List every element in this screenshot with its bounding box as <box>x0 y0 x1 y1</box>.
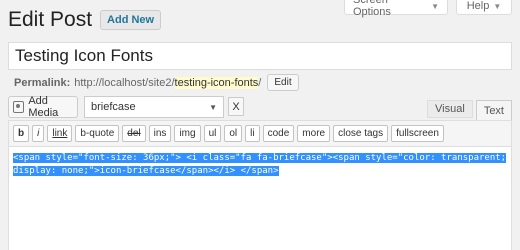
tab-text[interactable]: Text <box>475 100 512 120</box>
screen-options-label: Screen Options <box>353 0 391 18</box>
qt-blockquote-button[interactable]: b-quote <box>75 125 120 142</box>
qt-close-tags-button[interactable]: close tags <box>333 125 389 142</box>
qt-code-button[interactable]: code <box>262 125 295 142</box>
clear-select-button[interactable]: X <box>228 97 244 116</box>
content-textarea[interactable]: <span style="font-size: 36px;"> <i class… <box>9 147 511 183</box>
qt-italic-button[interactable]: i <box>32 125 45 142</box>
add-new-button[interactable]: Add New <box>100 10 162 30</box>
qt-li-button[interactable]: li <box>245 125 260 142</box>
add-media-label: Add Media <box>28 95 59 119</box>
permalink-slug[interactable]: testing-icon-fonts <box>174 76 259 89</box>
page-header: Edit Post Add New <box>8 8 162 32</box>
permalink-base-url: http://localhost/site2/testing-icon-font… <box>74 76 262 89</box>
help-button[interactable]: Help ▼ <box>456 0 512 15</box>
qt-img-button[interactable]: img <box>174 125 201 142</box>
qt-del-button[interactable]: del <box>122 125 146 142</box>
add-media-button[interactable]: Add Media <box>8 95 78 119</box>
content-line-2: display: none;">icon-briefcase</span></i… <box>13 166 279 176</box>
media-icon <box>13 101 25 113</box>
quicktags-toolbar: b i link b-quote del ins img ul ol li co… <box>9 121 511 147</box>
icon-select-dropdown[interactable]: briefcase ▼ <box>84 96 224 118</box>
text-editor: b i link b-quote del ins img ul ol li co… <box>8 120 512 250</box>
help-label: Help <box>466 0 490 12</box>
page-title: Edit Post <box>8 8 93 31</box>
permalink-row: Permalink: http://localhost/site2/testin… <box>14 74 299 91</box>
qt-link-button[interactable]: link <box>47 125 73 142</box>
post-title-input[interactable]: Testing Icon Fonts <box>8 42 512 70</box>
screen-options-button[interactable]: Screen Options ▼ <box>344 0 448 18</box>
qt-bold-button[interactable]: b <box>13 125 30 142</box>
editor-tabs: Visual Text <box>427 100 512 120</box>
chevron-down-icon: ▼ <box>209 102 217 112</box>
caret-down-icon: ▼ <box>431 1 439 11</box>
qt-ol-button[interactable]: ol <box>224 125 243 142</box>
qt-ul-button[interactable]: ul <box>203 125 222 142</box>
permalink-base: http://localhost/site2/ <box>74 76 175 89</box>
caret-down-icon: ▼ <box>493 1 502 11</box>
qt-more-button[interactable]: more <box>297 125 331 142</box>
permalink-label: Permalink: <box>14 76 71 89</box>
icon-select-value: briefcase <box>91 101 136 113</box>
qt-fullscreen-button[interactable]: fullscreen <box>391 125 444 142</box>
qt-ins-button[interactable]: ins <box>148 125 172 142</box>
tab-visual[interactable]: Visual <box>427 100 473 118</box>
permalink-trailing: / <box>258 76 262 89</box>
edit-permalink-button[interactable]: Edit <box>267 74 299 91</box>
content-line-1: <span style="font-size: 36px;"> <i class… <box>13 153 507 163</box>
screen-meta-links: Screen Options ▼ Help ▼ <box>344 0 512 18</box>
